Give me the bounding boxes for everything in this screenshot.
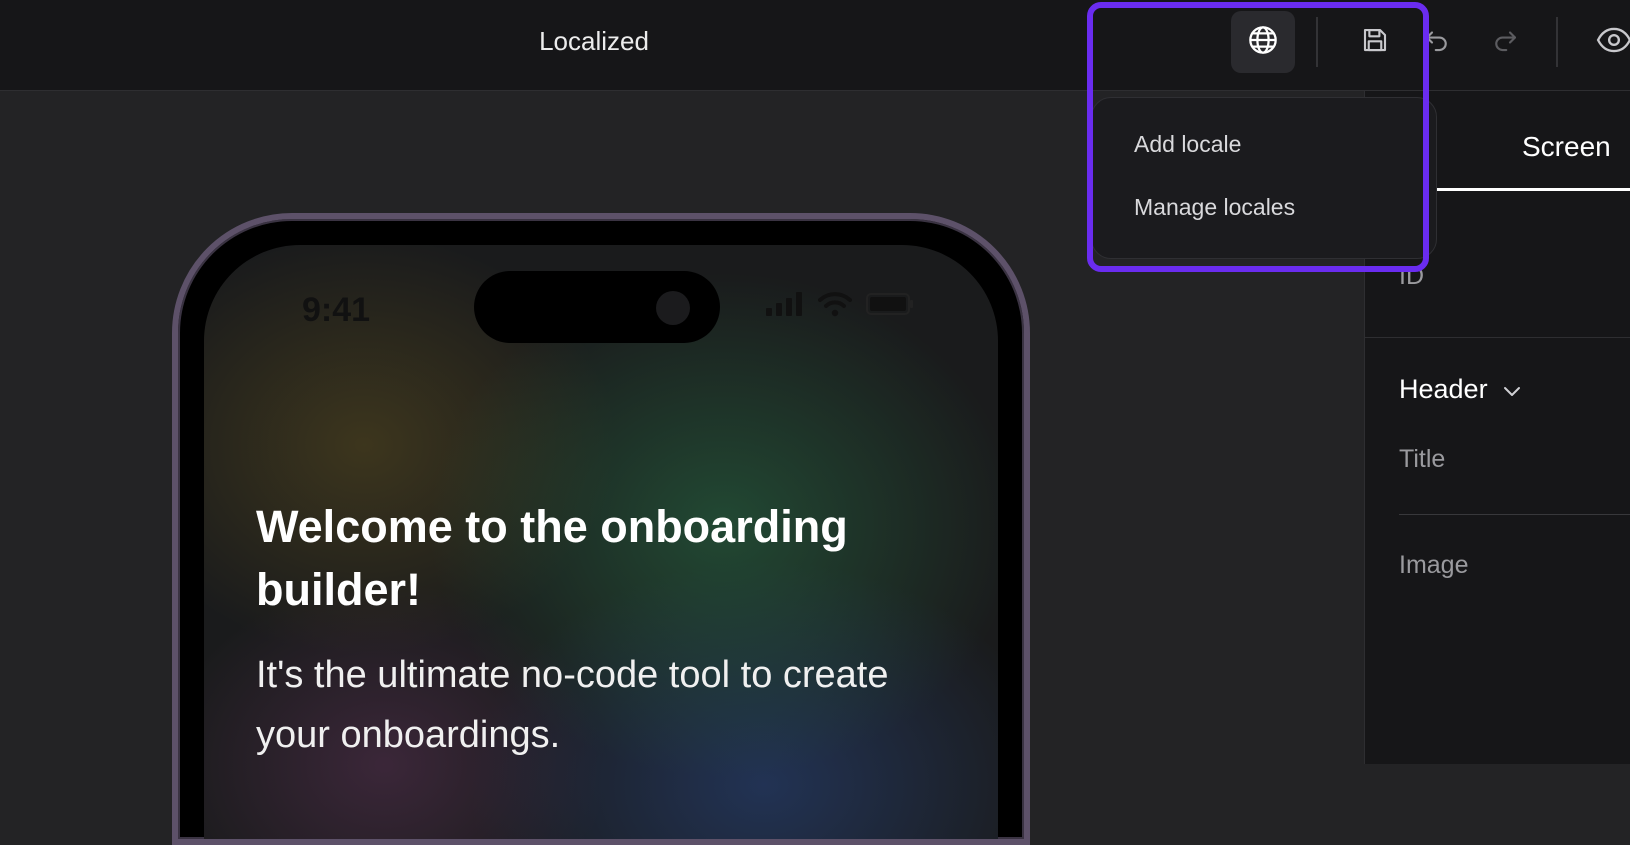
toolbar-divider [1316,17,1318,67]
tab-underline [1435,188,1630,191]
camera-icon [656,291,690,325]
id-label: ID [1399,262,1424,290]
globe-icon [1247,24,1279,61]
redo-button[interactable] [1483,20,1527,64]
welcome-headline[interactable]: Welcome to the onboarding builder! [256,495,876,621]
status-time: 9:41 [302,291,371,329]
save-button[interactable] [1353,20,1397,64]
undo-icon [1422,25,1452,60]
redo-icon [1490,25,1520,60]
phone-screen: 9:41 Welcome to the onboarding builder! … [204,245,998,839]
header-section-toggle[interactable]: Header [1399,374,1522,405]
eye-icon [1596,25,1630,60]
battery-icon [866,292,914,321]
top-toolbar: Localized [0,0,1630,91]
locale-dropdown-menu: Add locale Manage locales [1091,97,1437,259]
title-label: Title [1399,445,1446,473]
status-icons [766,291,914,322]
title-field-line[interactable] [1399,514,1630,515]
section-label: Header [1399,374,1488,404]
preview-button[interactable] [1590,20,1630,64]
chevron-down-icon [1502,374,1522,405]
wifi-icon [818,291,852,322]
save-icon [1360,25,1390,60]
phone-preview: 9:41 Welcome to the onboarding builder! … [172,213,1030,845]
toolbar-divider [1556,17,1558,67]
locale-button[interactable] [1231,11,1295,73]
dynamic-island [474,271,720,343]
add-locale-menu-item[interactable]: Add locale [1134,131,1241,158]
welcome-subtext[interactable]: It's the ultimate no-code tool to create… [256,645,916,765]
image-label: Image [1399,551,1469,579]
manage-locales-menu-item[interactable]: Manage locales [1134,194,1295,221]
page-title: Localized [539,26,649,56]
signal-icon [766,292,804,321]
panel-divider [1365,337,1630,338]
undo-button[interactable] [1415,20,1459,64]
tab-screen[interactable]: Screen [1522,131,1611,163]
